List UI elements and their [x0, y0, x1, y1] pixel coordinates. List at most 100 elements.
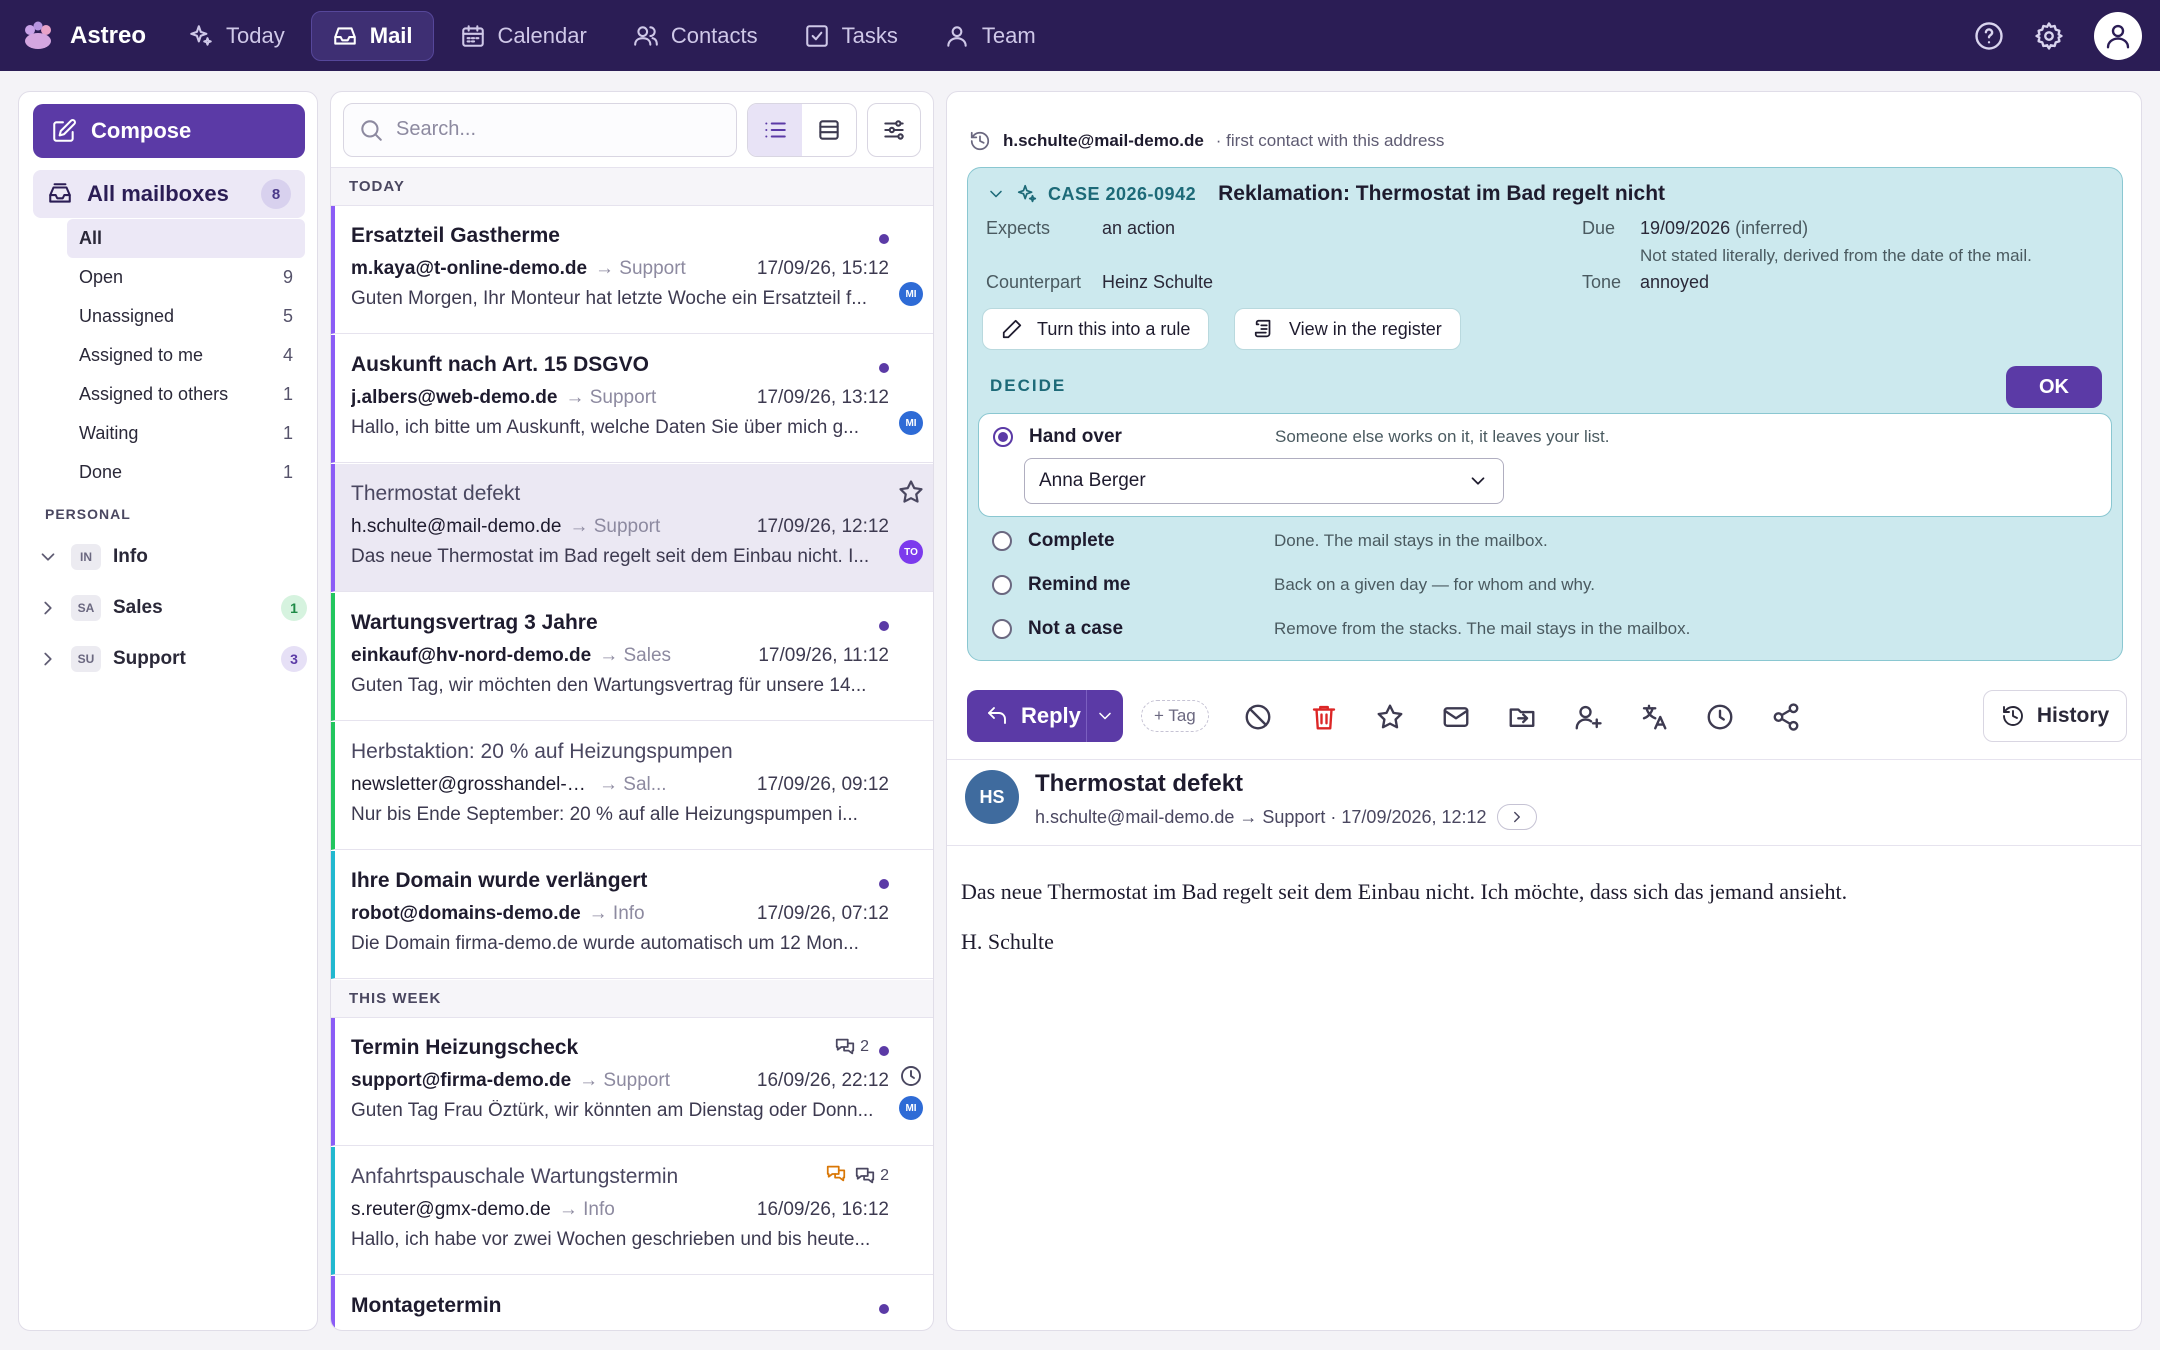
radio-remind-me[interactable] — [992, 575, 1012, 595]
filter-waiting[interactable]: Waiting 1 — [67, 414, 305, 453]
compose-button[interactable]: Compose — [33, 104, 305, 158]
compact-view-button[interactable] — [802, 104, 856, 156]
chevron-down-icon[interactable] — [986, 184, 1006, 204]
message-from: j.albers@web-demo.de — [351, 387, 558, 408]
conversation-icon — [835, 1038, 855, 1055]
radio-hand-over[interactable] — [993, 427, 1013, 447]
message-subject: Thermostat defekt — [351, 482, 521, 505]
filter-unassigned[interactable]: Unassigned 5 — [67, 297, 305, 336]
message-preview: Das neue Thermostat im Bad regelt seit d… — [351, 546, 870, 567]
message-subject: Wartungsvertrag 3 Jahre — [351, 611, 598, 634]
user-avatar[interactable] — [2094, 11, 2142, 60]
message-from: support@firma-demo.de — [351, 1070, 572, 1091]
add-tag-button[interactable]: + Tag — [1141, 700, 1209, 732]
message-subject: Auskunft nach Art. 15 DSGVO — [351, 353, 649, 376]
filter-all[interactable]: All — [67, 219, 305, 258]
option-hand-over[interactable]: Hand over Someone else works on it, it l… — [993, 426, 1609, 448]
option-complete[interactable]: Complete Done. The mail stays in the mai… — [992, 530, 1548, 552]
nav-today[interactable]: Today — [168, 11, 305, 61]
list-item[interactable]: Termin Heizungscheck support@firma-demo.… — [331, 1018, 933, 1146]
radio-complete[interactable] — [992, 531, 1012, 551]
mailbox-info[interactable]: IN Info — [37, 534, 307, 580]
envelope-icon[interactable] — [1441, 702, 1471, 732]
message-date: 17/09/26, 11:12 — [758, 645, 889, 666]
message-subject: Montagetermin — [351, 1294, 502, 1317]
chevron-right-icon[interactable] — [37, 597, 59, 619]
radio-not-a-case[interactable] — [992, 619, 1012, 639]
filter-settings-button[interactable] — [867, 102, 921, 157]
list-item[interactable]: Ihre Domain wurde verlängert robot@domai… — [331, 851, 933, 979]
option-remind-me[interactable]: Remind me Back on a given day — for whom… — [992, 574, 1595, 596]
due-label: Due — [1582, 218, 1616, 238]
nav-calendar[interactable]: Calendar — [440, 11, 607, 61]
star-icon[interactable] — [1375, 702, 1405, 732]
turn-into-rule-button[interactable]: Turn this into a rule — [982, 308, 1210, 350]
scroll-icon — [1254, 319, 1271, 338]
assign-user-icon[interactable] — [1573, 702, 1603, 732]
filter-assigned-to-others[interactable]: Assigned to others 1 — [67, 375, 305, 414]
list-view-button[interactable] — [748, 103, 802, 156]
list-item-selected[interactable]: Thermostat defekt h.schulte@mail-demo.de… — [331, 464, 933, 592]
case-header[interactable]: CASE 2026-0942 Reklamation: Thermostat i… — [986, 182, 1665, 206]
list-item[interactable]: Montagetermin — [331, 1276, 933, 1330]
search-input[interactable]: Search... — [343, 102, 737, 157]
list-item[interactable]: Anfahrtspauschale Wartungstermin s.reute… — [331, 1147, 933, 1275]
view-register-label: View in the register — [1289, 318, 1442, 339]
list-item[interactable]: Auskunft nach Art. 15 DSGVO j.albers@web… — [331, 335, 933, 463]
nav-team-label: Team — [981, 22, 1036, 48]
filter-open[interactable]: Open 9 — [67, 258, 305, 297]
astreo-logo-icon — [20, 21, 56, 51]
option-description: Back on a given day — for whom and why. — [1274, 575, 1595, 594]
help-button[interactable] — [1974, 21, 2004, 51]
translate-icon[interactable] — [1639, 702, 1669, 732]
mailbox-sales[interactable]: SA Sales 1 — [37, 585, 307, 631]
message-from: newsletter@grosshandel-demo... — [351, 774, 591, 795]
nav-tasks[interactable]: Tasks — [784, 11, 918, 61]
handover-select[interactable]: Anna Berger — [1024, 458, 1504, 504]
reply-dropdown[interactable] — [1087, 706, 1123, 726]
conversation-icon — [826, 1165, 846, 1182]
mailbox-support[interactable]: SU Support 3 — [37, 636, 307, 682]
message-date: 17/09/26, 15:12 — [756, 258, 889, 279]
due-value-wrap: 19/09/2026 (inferred) — [1640, 218, 1808, 239]
message-mailbox: → Support — [565, 387, 657, 408]
view-register-button[interactable]: View in the register — [1234, 308, 1461, 350]
list-item[interactable]: Ersatzteil Gastherme m.kaya@t-online-dem… — [331, 206, 933, 334]
brand[interactable]: Astreo — [20, 21, 146, 51]
tone-label: Tone — [1582, 272, 1622, 292]
mailbox-count: 1 — [281, 595, 307, 621]
reply-button[interactable]: Reply — [967, 690, 1123, 742]
filter-done[interactable]: Done 1 — [67, 453, 305, 492]
expand-details-button[interactable] — [1496, 804, 1537, 830]
message-subject: Termin Heizungscheck — [351, 1036, 579, 1059]
option-not-a-case[interactable]: Not a case Remove from the stacks. The m… — [992, 618, 1690, 640]
option-description: Done. The mail stays in the mailbox. — [1274, 531, 1548, 550]
assignee-badge: TO — [899, 540, 923, 564]
share-icon[interactable] — [1771, 702, 1801, 732]
chevron-down-icon[interactable] — [37, 546, 59, 568]
filter-count: 5 — [282, 306, 293, 326]
nav-team[interactable]: Team — [924, 11, 1056, 61]
block-icon[interactable] — [1243, 702, 1273, 732]
message-preview: Nur bis Ende September: 20 % auf alle He… — [351, 804, 858, 825]
nav-contacts[interactable]: Contacts — [613, 11, 778, 61]
message-date: 17/09/26, 07:12 — [756, 903, 889, 924]
nav-mail[interactable]: Mail — [310, 10, 434, 61]
ok-button[interactable]: OK — [2006, 366, 2102, 408]
star-icon[interactable] — [897, 478, 925, 506]
list-item[interactable]: Wartungsvertrag 3 Jahre einkauf@hv-nord-… — [331, 593, 933, 721]
settings-button[interactable] — [2034, 21, 2064, 51]
move-to-folder-icon[interactable] — [1507, 702, 1537, 732]
filter-assigned-to-me[interactable]: Assigned to me 4 — [67, 336, 305, 375]
reply-main[interactable]: Reply — [967, 690, 1087, 742]
chevron-right-icon[interactable] — [37, 648, 59, 670]
history-button[interactable]: History — [1983, 690, 2127, 742]
history-icon — [970, 131, 990, 151]
all-mailboxes[interactable]: All mailboxes 8 — [33, 170, 305, 218]
clock-icon[interactable] — [1705, 702, 1735, 732]
handover-select-value: Anna Berger — [1039, 470, 1146, 491]
trash-icon[interactable] — [1309, 702, 1339, 732]
counterpart-value: Heinz Schulte — [1102, 272, 1214, 292]
chevron-down-icon — [1471, 477, 1485, 485]
list-item[interactable]: Herbstaktion: 20 % auf Heizungspumpen ne… — [331, 722, 933, 850]
